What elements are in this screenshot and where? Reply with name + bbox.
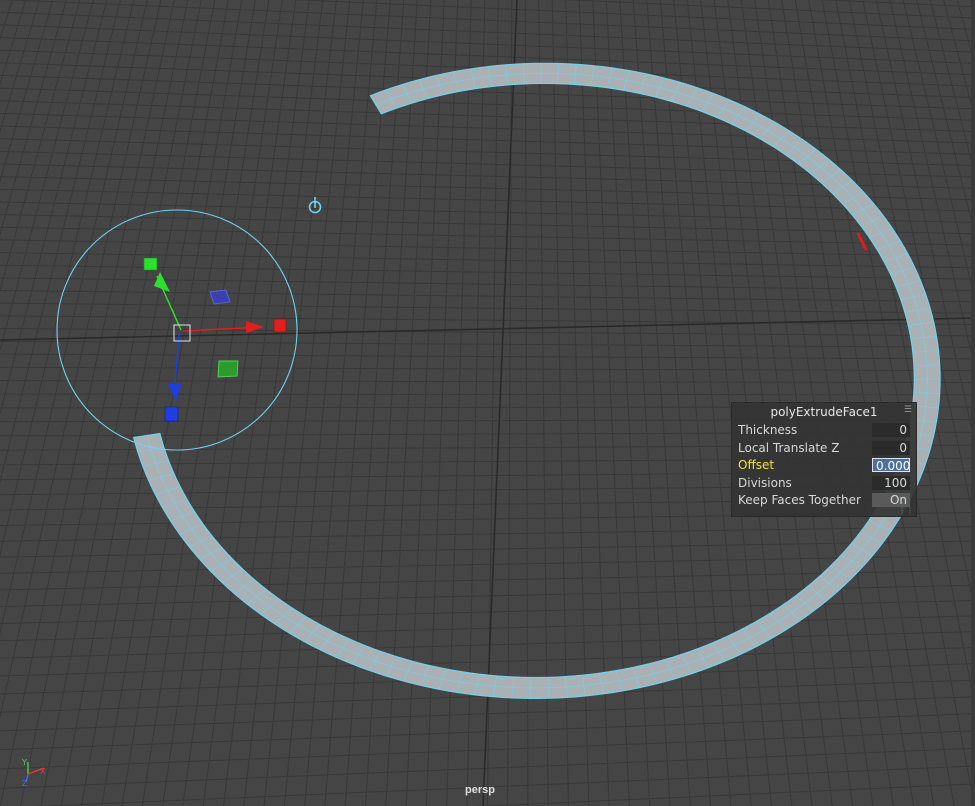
center-handle (173, 324, 191, 342)
panel-menu-icon[interactable]: ☰ (904, 405, 912, 415)
attr-row-divisions[interactable]: Divisions 100 (732, 475, 916, 492)
attr-row-thickness[interactable]: Thickness 0 (732, 422, 916, 439)
attr-row-keep-faces-together[interactable]: Keep Faces Together On (732, 492, 916, 509)
x-axis-cone (246, 321, 264, 333)
perspective-viewport[interactable]: Y X Z polyExtrudeFace1 ☰ Thickness 0 Loc… (0, 0, 975, 806)
selected-edge-marker (856, 232, 868, 251)
attr-value-field[interactable]: 0 (872, 423, 910, 437)
axis-x-label: X (40, 767, 46, 776)
attr-label: Keep Faces Together (738, 493, 861, 507)
attr-row-local-translate-z[interactable]: Local Translate Z 0 (732, 440, 916, 457)
resize-grip-icon[interactable]: ⋮⋮ (898, 506, 914, 515)
xy-plane-handle (209, 289, 231, 305)
z-axis-cone (168, 384, 181, 402)
attr-row-offset[interactable]: Offset 0.000 (732, 457, 916, 474)
camera-name-label: persp (465, 784, 495, 796)
attr-toggle-value[interactable]: On (872, 493, 910, 507)
axis-y-label: Y (21, 758, 27, 767)
viewport-edge (971, 0, 975, 806)
attr-label: Offset (738, 458, 775, 472)
pivot-icon[interactable] (308, 197, 322, 214)
z-axis-cube (164, 406, 179, 422)
y-axis-cube (143, 257, 158, 271)
x-axis-cube (273, 318, 287, 333)
attr-label: Thickness (738, 423, 798, 437)
attr-value-field[interactable]: 0.000 (872, 458, 910, 472)
panel-title: polyExtrudeFace1 (770, 405, 878, 419)
attr-label: Divisions (738, 476, 792, 490)
in-view-editor-panel[interactable]: polyExtrudeFace1 ☰ Thickness 0 Local Tra… (731, 402, 917, 517)
attr-value-field[interactable]: 0 (872, 441, 910, 455)
attr-value-field[interactable]: 100 (872, 476, 910, 490)
attr-label: Local Translate Z (738, 441, 840, 455)
xz-plane-handle (217, 360, 239, 378)
